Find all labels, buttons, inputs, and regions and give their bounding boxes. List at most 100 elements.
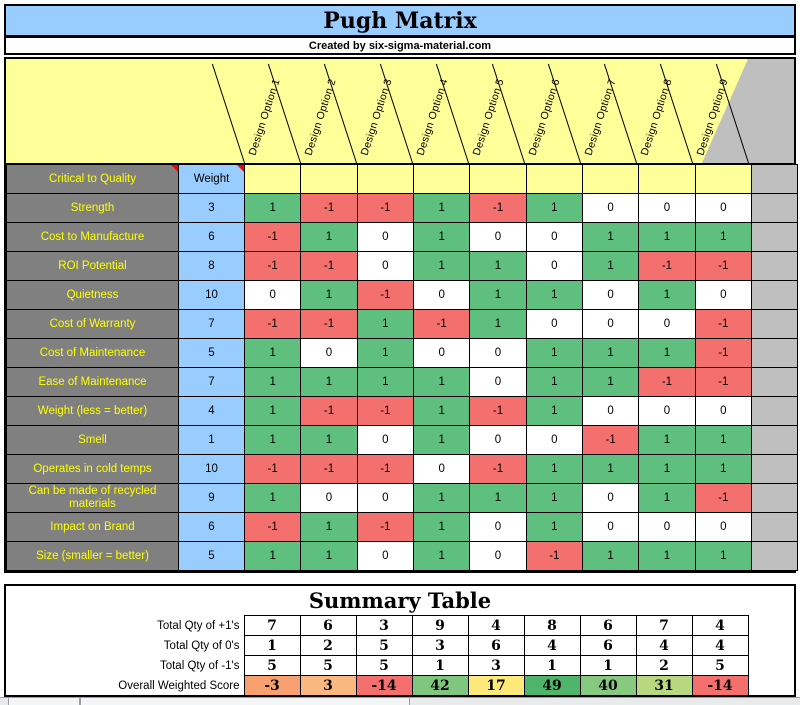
weight-cell[interactable]: 10 <box>178 454 245 484</box>
score-cell[interactable]: 1 <box>525 338 583 368</box>
score-cell[interactable]: -1 <box>243 309 302 339</box>
score-cell[interactable]: -1 <box>243 222 302 252</box>
score-cell[interactable]: 0 <box>469 222 527 252</box>
score-cell[interactable]: 1 <box>581 541 640 571</box>
score-cell[interactable]: -1 <box>694 251 753 281</box>
score-cell[interactable]: 0 <box>638 396 696 426</box>
weight-cell[interactable]: 10 <box>178 280 245 310</box>
score-cell[interactable]: 0 <box>356 251 414 281</box>
score-cell[interactable]: 1 <box>525 454 583 484</box>
score-cell[interactable]: -1 <box>356 193 414 223</box>
score-cell[interactable]: -1 <box>300 193 358 223</box>
score-cell[interactable]: -1 <box>525 541 583 571</box>
score-cell[interactable]: 1 <box>412 222 471 252</box>
score-cell[interactable]: 1 <box>243 338 302 368</box>
score-cell[interactable]: 0 <box>469 338 527 368</box>
score-cell[interactable]: 0 <box>525 222 583 252</box>
ctq-row-label[interactable]: Cost to Manufacture <box>6 222 179 252</box>
score-cell[interactable]: 0 <box>243 280 302 310</box>
score-cell[interactable]: 0 <box>694 512 753 542</box>
score-cell[interactable]: 1 <box>581 251 640 281</box>
weight-cell[interactable]: 4 <box>178 396 245 426</box>
score-cell[interactable]: 1 <box>243 483 302 513</box>
score-cell[interactable]: -1 <box>694 309 753 339</box>
score-cell[interactable]: 1 <box>525 512 583 542</box>
ctq-row-label[interactable]: Cost of Maintenance <box>6 338 179 368</box>
score-cell[interactable]: 0 <box>469 512 527 542</box>
score-cell[interactable]: 1 <box>581 367 640 397</box>
score-cell[interactable]: 1 <box>356 367 414 397</box>
ctq-row-label[interactable]: Quietness <box>6 280 179 310</box>
sheet-tab[interactable] <box>8 698 80 705</box>
score-cell[interactable]: 0 <box>356 222 414 252</box>
ctq-row-label[interactable]: Cost of Warranty <box>6 309 179 339</box>
score-cell[interactable]: 0 <box>525 251 583 281</box>
score-cell[interactable]: 1 <box>412 251 471 281</box>
score-cell[interactable]: 0 <box>581 512 640 542</box>
score-cell[interactable]: 1 <box>300 222 358 252</box>
weight-cell[interactable]: 9 <box>178 483 245 513</box>
score-cell[interactable]: 0 <box>581 309 640 339</box>
weight-cell[interactable]: 5 <box>178 541 245 571</box>
score-cell[interactable]: 1 <box>243 193 302 223</box>
score-cell[interactable]: 1 <box>412 541 471 571</box>
score-cell[interactable]: 1 <box>243 541 302 571</box>
weight-cell[interactable]: 7 <box>178 367 245 397</box>
score-cell[interactable]: 1 <box>638 425 696 455</box>
weight-cell[interactable]: 6 <box>178 222 245 252</box>
score-cell[interactable]: 0 <box>581 280 640 310</box>
score-cell[interactable]: 1 <box>638 454 696 484</box>
ctq-row-label[interactable]: Strength <box>6 193 179 223</box>
weight-cell[interactable]: 5 <box>178 338 245 368</box>
score-cell[interactable]: 1 <box>638 483 696 513</box>
score-cell[interactable]: 1 <box>525 396 583 426</box>
score-cell[interactable]: 0 <box>638 193 696 223</box>
score-cell[interactable]: -1 <box>356 396 414 426</box>
score-cell[interactable]: 0 <box>581 193 640 223</box>
score-cell[interactable]: 1 <box>412 396 471 426</box>
score-cell[interactable]: 0 <box>300 483 358 513</box>
score-cell[interactable]: 1 <box>469 251 527 281</box>
ctq-row-label[interactable]: Weight (less = better) <box>6 396 179 426</box>
score-cell[interactable]: 1 <box>243 425 302 455</box>
score-cell[interactable]: -1 <box>581 425 640 455</box>
ctq-row-label[interactable]: Smell <box>6 425 179 455</box>
score-cell[interactable]: 1 <box>300 367 358 397</box>
ctq-row-label[interactable]: Impact on Brand <box>6 512 179 542</box>
score-cell[interactable]: 1 <box>243 367 302 397</box>
score-cell[interactable]: 1 <box>694 425 753 455</box>
score-cell[interactable]: -1 <box>694 483 753 513</box>
ctq-row-label[interactable]: Ease of Maintenance <box>6 367 179 397</box>
score-cell[interactable]: 1 <box>412 483 471 513</box>
score-cell[interactable]: 1 <box>300 425 358 455</box>
score-cell[interactable]: 0 <box>469 541 527 571</box>
score-cell[interactable]: 1 <box>694 222 753 252</box>
weight-cell[interactable]: 1 <box>178 425 245 455</box>
score-cell[interactable]: 1 <box>581 338 640 368</box>
score-cell[interactable]: 0 <box>412 454 471 484</box>
score-cell[interactable]: 1 <box>356 309 414 339</box>
ctq-row-label[interactable]: ROI Potential <box>6 251 179 281</box>
score-cell[interactable]: -1 <box>694 338 753 368</box>
score-cell[interactable]: 0 <box>469 425 527 455</box>
ctq-row-label[interactable]: Operates in cold temps <box>6 454 179 484</box>
sheet-tab[interactable] <box>80 698 410 705</box>
weight-cell[interactable]: 7 <box>178 309 245 339</box>
score-cell[interactable]: -1 <box>469 193 527 223</box>
score-cell[interactable]: -1 <box>300 454 358 484</box>
score-cell[interactable]: 0 <box>356 483 414 513</box>
score-cell[interactable]: 1 <box>638 222 696 252</box>
score-cell[interactable]: 1 <box>638 280 696 310</box>
score-cell[interactable]: 1 <box>525 280 583 310</box>
score-cell[interactable]: 1 <box>412 425 471 455</box>
score-cell[interactable]: -1 <box>243 251 302 281</box>
score-cell[interactable]: 0 <box>638 512 696 542</box>
score-cell[interactable]: 1 <box>300 280 358 310</box>
score-cell[interactable]: 1 <box>638 541 696 571</box>
score-cell[interactable]: 0 <box>412 280 471 310</box>
score-cell[interactable]: -1 <box>356 454 414 484</box>
ctq-row-label[interactable]: Size (smaller = better) <box>6 541 179 571</box>
score-cell[interactable]: 0 <box>525 425 583 455</box>
score-cell[interactable]: 1 <box>356 338 414 368</box>
weight-cell[interactable]: 6 <box>178 512 245 542</box>
